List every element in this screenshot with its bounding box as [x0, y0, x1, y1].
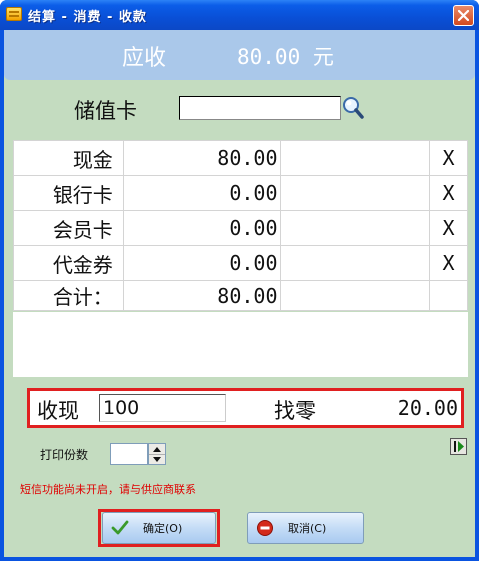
ok-button[interactable]: 确定(O)	[102, 512, 216, 544]
payment-amount[interactable]: 0.00	[122, 210, 281, 246]
total-x-cell	[429, 280, 468, 311]
table-row: 现金 80.00 X	[13, 140, 468, 176]
cancel-button[interactable]: 取消(C)	[247, 512, 364, 544]
total-label: 合计：	[13, 280, 124, 311]
remove-payment-button[interactable]: X	[429, 245, 468, 281]
search-icon[interactable]	[341, 95, 365, 121]
total-amount: 80.00	[122, 280, 281, 311]
cash-received-label: 收现	[37, 399, 79, 423]
total-extra-cell	[279, 280, 431, 311]
dialog-body: 应收 80.00 元 储值卡 现金 80.00 X 银行卡 0.00 X 会员卡…	[4, 30, 475, 557]
cash-received-panel: 收现 100 找零 20.00	[27, 388, 464, 428]
payment-table: 现金 80.00 X 银行卡 0.00 X 会员卡 0.00 X 代金券 0.0…	[13, 140, 468, 311]
spin-down-button[interactable]	[149, 454, 165, 464]
cancel-icon	[257, 520, 273, 536]
change-value: 20.00	[397, 396, 458, 420]
amount-due-value: 80.00 元	[237, 45, 334, 69]
payment-amount[interactable]: 80.00	[122, 140, 281, 176]
checkmark-icon	[111, 520, 129, 535]
payment-extra-cell	[279, 210, 431, 246]
stored-value-card-input[interactable]	[179, 96, 341, 120]
amount-due-banner: 应收 80.00 元	[4, 30, 475, 80]
payment-amount[interactable]: 0.00	[122, 175, 281, 211]
payment-method-name: 代金券	[13, 245, 124, 281]
payment-extra-cell	[279, 245, 431, 281]
payment-extra-cell	[279, 175, 431, 211]
title-bar[interactable]: 结算 - 消费 - 收款	[0, 0, 479, 30]
table-row: 银行卡 0.00 X	[13, 175, 468, 211]
payment-extra-cell	[279, 140, 431, 176]
expand-arrow-icon[interactable]	[450, 438, 467, 455]
arrow-down-icon	[153, 457, 161, 462]
payment-amount[interactable]: 0.00	[122, 245, 281, 281]
dialog-window: 结算 - 消费 - 收款 应收 80.00 元 储值卡 现金 80.00 X 银…	[0, 0, 479, 561]
table-row: 会员卡 0.00 X	[13, 210, 468, 246]
amount-due-label: 应收	[122, 46, 167, 71]
remove-payment-button[interactable]: X	[429, 140, 468, 176]
table-row: 代金券 0.00 X	[13, 245, 468, 281]
payment-method-name: 现金	[13, 140, 124, 176]
total-row: 合计： 80.00	[13, 280, 468, 311]
app-icon	[6, 7, 22, 21]
sms-notice-text: 短信功能尚未开启，请与供应商联系	[20, 483, 196, 496]
change-label: 找零	[274, 399, 316, 423]
cash-received-input[interactable]: 100	[99, 394, 226, 422]
cancel-button-label: 取消(C)	[288, 522, 327, 535]
ok-button-label: 确定(O)	[143, 522, 183, 535]
payment-method-name: 银行卡	[13, 175, 124, 211]
spin-up-button[interactable]	[149, 444, 165, 454]
print-copies-spinner[interactable]	[148, 443, 166, 465]
window-title: 结算 - 消费 - 收款	[28, 10, 147, 25]
close-button[interactable]	[453, 5, 474, 26]
payment-method-name: 会员卡	[13, 210, 124, 246]
close-icon	[458, 10, 469, 21]
arrow-up-icon	[153, 446, 161, 452]
stored-value-card-label: 储值卡	[74, 99, 137, 123]
print-copies-label: 打印份数	[40, 448, 89, 462]
remove-payment-button[interactable]: X	[429, 210, 468, 246]
remove-payment-button[interactable]: X	[429, 175, 468, 211]
table-blank-area	[13, 312, 468, 377]
print-copies-input[interactable]	[110, 443, 148, 465]
